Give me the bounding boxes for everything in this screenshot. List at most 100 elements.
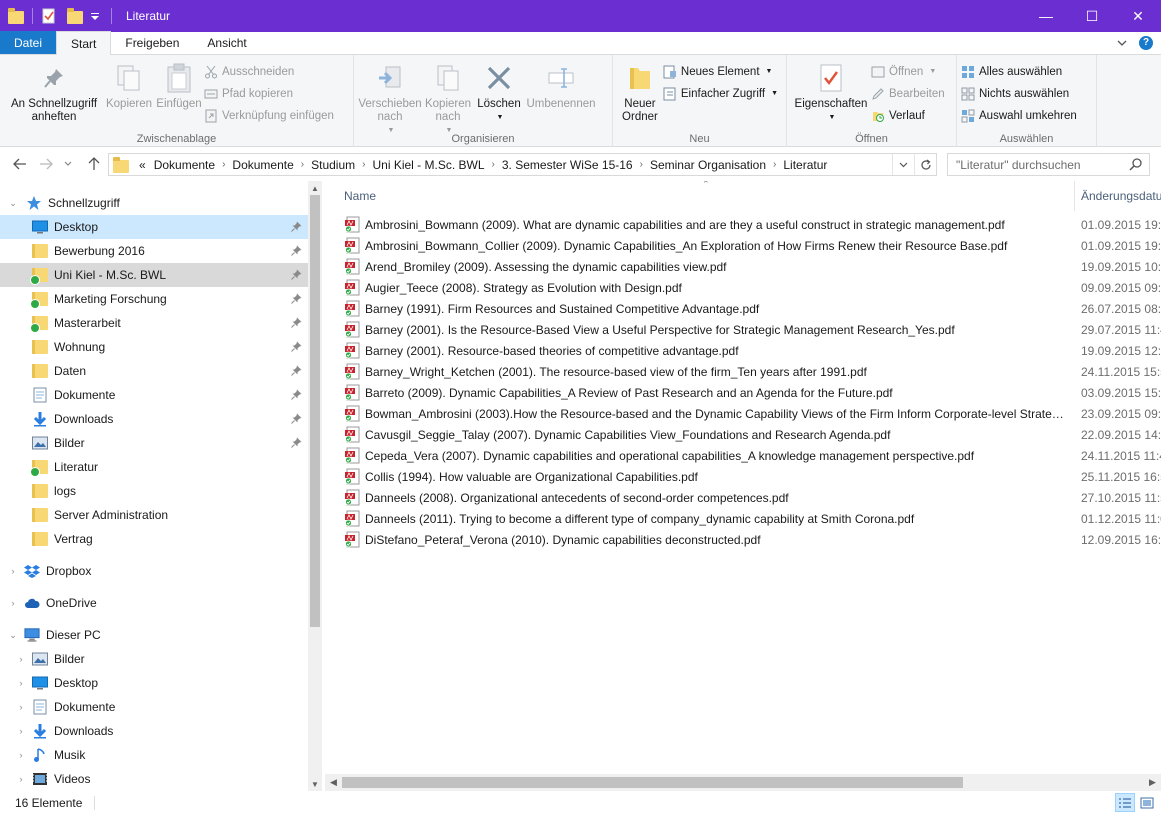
forward-button[interactable] [35,153,57,175]
sidebar-item[interactable]: › Dokumente [0,695,308,719]
tab-file[interactable]: Datei [0,31,57,54]
pin-icon[interactable] [291,221,302,232]
folder-icon[interactable] [8,8,24,24]
recent-locations-button[interactable] [61,153,75,175]
easy-access-button[interactable]: Einfacher Zugriff ▼ [663,84,782,103]
nav-this-pc[interactable]: ⌄ Dieser PC [0,623,308,647]
column-header-date[interactable]: Änderungsdatum [1074,181,1161,211]
scroll-down-icon[interactable]: ▼ [308,777,322,791]
file-row[interactable]: Cepeda_Vera (2007). Dynamic capabilities… [325,445,1161,466]
expand-icon[interactable]: › [16,654,26,664]
file-row[interactable]: Ambrosini_Bowmann (2009). What are dynam… [325,214,1161,235]
file-row[interactable]: Collis (1994). How valuable are Organiza… [325,466,1161,487]
sidebar-item[interactable]: Daten [0,359,308,383]
sidebar-item[interactable]: Literatur [0,455,308,479]
edit-button[interactable]: Bearbeiten [871,84,949,103]
pin-icon[interactable] [291,269,302,280]
breadcrumb-chevron-icon[interactable]: › [219,159,228,170]
nav-scrollbar[interactable]: ▲ ▼ [308,181,322,791]
large-icons-view-button[interactable] [1137,793,1157,812]
minimize-button[interactable]: — [1023,0,1069,32]
sidebar-item[interactable]: › Musik [0,743,308,767]
sidebar-item[interactable]: Masterarbeit [0,311,308,335]
pin-icon[interactable] [291,365,302,376]
pin-icon[interactable] [291,317,302,328]
horizontal-scrollbar-thumb[interactable] [342,777,963,788]
expand-icon[interactable]: › [8,566,18,576]
sidebar-item[interactable]: Bewerbung 2016 [0,239,308,263]
tab-start[interactable]: Start [56,31,112,55]
cut-button[interactable]: Ausschneiden [204,62,338,81]
sidebar-item[interactable]: Uni Kiel - M.Sc. BWL [0,263,308,287]
nav-onedrive[interactable]: › OneDrive [0,591,308,615]
file-row[interactable]: Barney (1991). Firm Resources and Sustai… [325,298,1161,319]
pin-icon[interactable] [291,389,302,400]
file-row[interactable]: Danneels (2011). Trying to become a diff… [325,508,1161,529]
file-row[interactable]: Barney (2001). Is the Resource-Based Vie… [325,319,1161,340]
sidebar-item[interactable]: Vertrag [0,527,308,551]
properties-icon[interactable] [41,8,57,24]
breadcrumb-chevron-icon[interactable]: › [637,159,646,170]
sidebar-item[interactable]: Dokumente [0,383,308,407]
expand-icon[interactable]: › [16,726,26,736]
back-button[interactable] [9,153,31,175]
file-row[interactable]: Barney (2001). Resource-based theories o… [325,340,1161,361]
sidebar-item[interactable]: › Downloads [0,719,308,743]
file-row[interactable]: DiStefano_Peteraf_Verona (2010). Dynamic… [325,529,1161,550]
scroll-left-icon[interactable]: ◀ [325,774,342,791]
file-row[interactable]: Barney_Wright_Ketchen (2001). The resour… [325,361,1161,382]
breadcrumb-item[interactable]: Seminar Organisation [646,158,770,172]
breadcrumb-item[interactable]: Dokumente [228,158,297,172]
breadcrumb-chevron-icon[interactable]: › [770,159,779,170]
close-button[interactable]: ✕ [1115,0,1161,32]
sidebar-item[interactable]: Desktop [0,215,308,239]
breadcrumb-chevron-icon[interactable]: › [298,159,307,170]
help-icon[interactable]: ? [1139,35,1153,50]
expand-icon[interactable]: › [16,750,26,760]
invert-selection-button[interactable]: Auswahl umkehren [961,106,1081,125]
column-header-name[interactable]: Name [344,181,376,211]
history-button[interactable]: Verlauf [871,106,949,125]
breadcrumb-item[interactable]: 3. Semester WiSe 15-16 [498,158,637,172]
new-item-button[interactable]: Neues Element ▼ [663,62,782,81]
pin-icon[interactable] [291,437,302,448]
file-row[interactable]: Augier_Teece (2008). Strategy as Evoluti… [325,277,1161,298]
sidebar-item[interactable]: Server Administration [0,503,308,527]
scroll-up-icon[interactable]: ▲ [308,181,322,195]
file-row[interactable]: Barreto (2009). Dynamic Capabilities_A R… [325,382,1161,403]
pin-icon[interactable] [291,341,302,352]
collapse-icon[interactable]: ⌄ [8,630,18,641]
breadcrumb-current[interactable]: Literatur [779,158,831,172]
breadcrumb-chevron-icon[interactable]: › [359,159,368,170]
file-row[interactable]: Cavusgil_Seggie_Talay (2007). Dynamic Ca… [325,424,1161,445]
open-button[interactable]: Öffnen ▼ [871,62,949,81]
select-none-button[interactable]: Nichts auswählen [961,84,1081,103]
sidebar-item[interactable]: › Bilder [0,647,308,671]
breadcrumb-overflow[interactable]: « [135,158,150,172]
details-view-button[interactable] [1115,793,1135,812]
expand-ribbon-icon[interactable] [1117,38,1127,48]
sidebar-item[interactable]: Marketing Forschung [0,287,308,311]
breadcrumb-item[interactable]: Uni Kiel - M.Sc. BWL [369,158,489,172]
refresh-button[interactable] [914,154,936,175]
expand-icon[interactable]: › [16,774,26,784]
sidebar-item[interactable]: › Desktop [0,671,308,695]
horizontal-scrollbar[interactable]: ◀ ▶ [325,774,1161,791]
expand-icon[interactable]: › [16,702,26,712]
sidebar-item[interactable]: logs [0,479,308,503]
breadcrumb-chevron-icon[interactable]: › [489,159,498,170]
sidebar-item[interactable]: › Videos [0,767,308,791]
sidebar-item[interactable]: Wohnung [0,335,308,359]
pin-icon[interactable] [291,413,302,424]
qat-customize-icon[interactable] [87,8,103,24]
maximize-button[interactable]: ☐ [1069,0,1115,32]
up-button[interactable] [83,153,105,175]
pin-icon[interactable] [291,293,302,304]
nav-dropbox[interactable]: › Dropbox [0,559,308,583]
tab-share[interactable]: Freigeben [111,31,193,54]
address-bar[interactable]: « Dokumente › Dokumente › Studium › Uni Kie… [108,153,937,176]
expand-icon[interactable]: › [16,678,26,688]
nav-quick-access[interactable]: ⌄ Schnellzugriff [0,191,308,215]
expand-icon[interactable]: › [8,598,18,608]
file-row[interactable]: Danneels (2008). Organizational antecede… [325,487,1161,508]
